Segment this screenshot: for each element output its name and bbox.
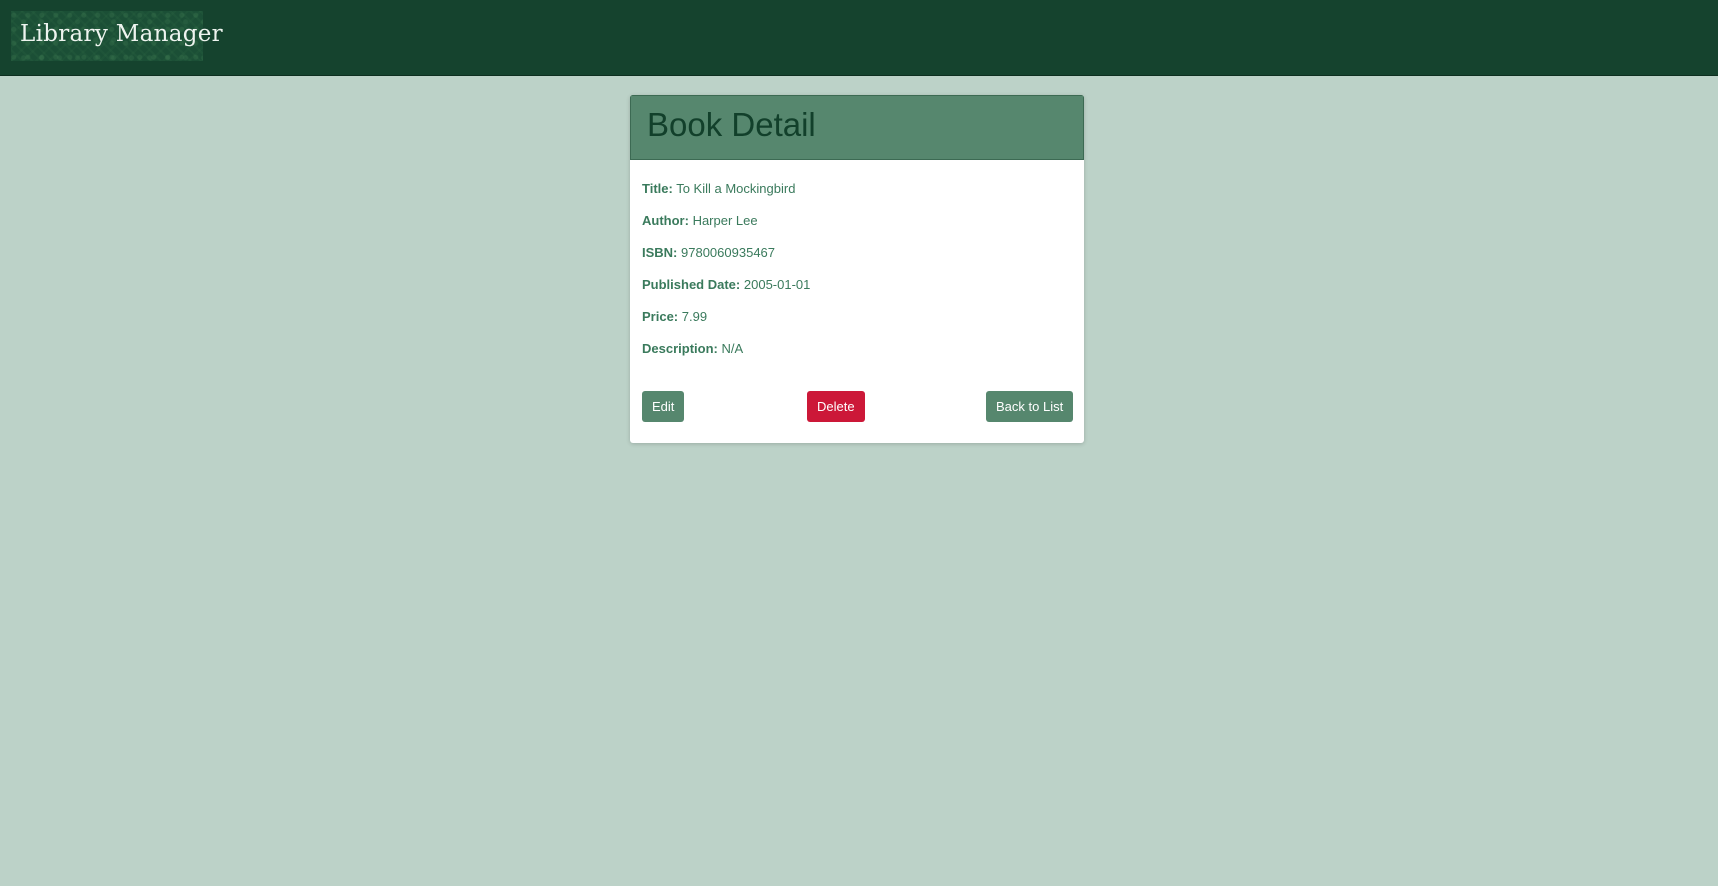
- field-description: Description: N/A: [642, 341, 743, 356]
- top-navbar: Library Manager: [0, 0, 1718, 76]
- field-isbn: ISBN: 9780060935467: [642, 245, 775, 260]
- delete-button[interactable]: Delete: [807, 391, 865, 422]
- field-label: Author:: [642, 213, 689, 228]
- field-label: Title:: [642, 181, 673, 196]
- field-label: Published Date:: [642, 277, 741, 292]
- page-title: Book Detail: [647, 106, 816, 143]
- brand-logo[interactable]: Library Manager: [11, 11, 223, 61]
- field-value: To Kill a Mockingbird: [676, 181, 796, 196]
- field-value: N/A: [721, 341, 744, 356]
- field-price: Price: 7.99: [642, 309, 707, 324]
- field-value: 2005-01-01: [743, 277, 811, 292]
- field-label: Price:: [642, 309, 679, 324]
- app-title[interactable]: Library Manager: [20, 21, 223, 47]
- edit-button[interactable]: Edit: [642, 391, 685, 422]
- field-value: Harper Lee: [692, 213, 758, 228]
- field-label: Description:: [642, 341, 718, 356]
- book-detail-card: Book Detail Title: To Kill a Mockingbird…: [630, 95, 1084, 443]
- field-label: ISBN:: [642, 245, 678, 260]
- field-published-date: Published Date: 2005-01-01: [642, 277, 810, 292]
- field-author: Author: Harper Lee: [642, 213, 758, 228]
- field-title: Title: To Kill a Mockingbird: [642, 181, 795, 196]
- field-value: 7.99: [681, 309, 708, 324]
- card-header: Book Detail: [630, 95, 1084, 160]
- back-to-list-button[interactable]: Back to List: [986, 391, 1074, 422]
- field-value: 9780060935467: [681, 245, 776, 260]
